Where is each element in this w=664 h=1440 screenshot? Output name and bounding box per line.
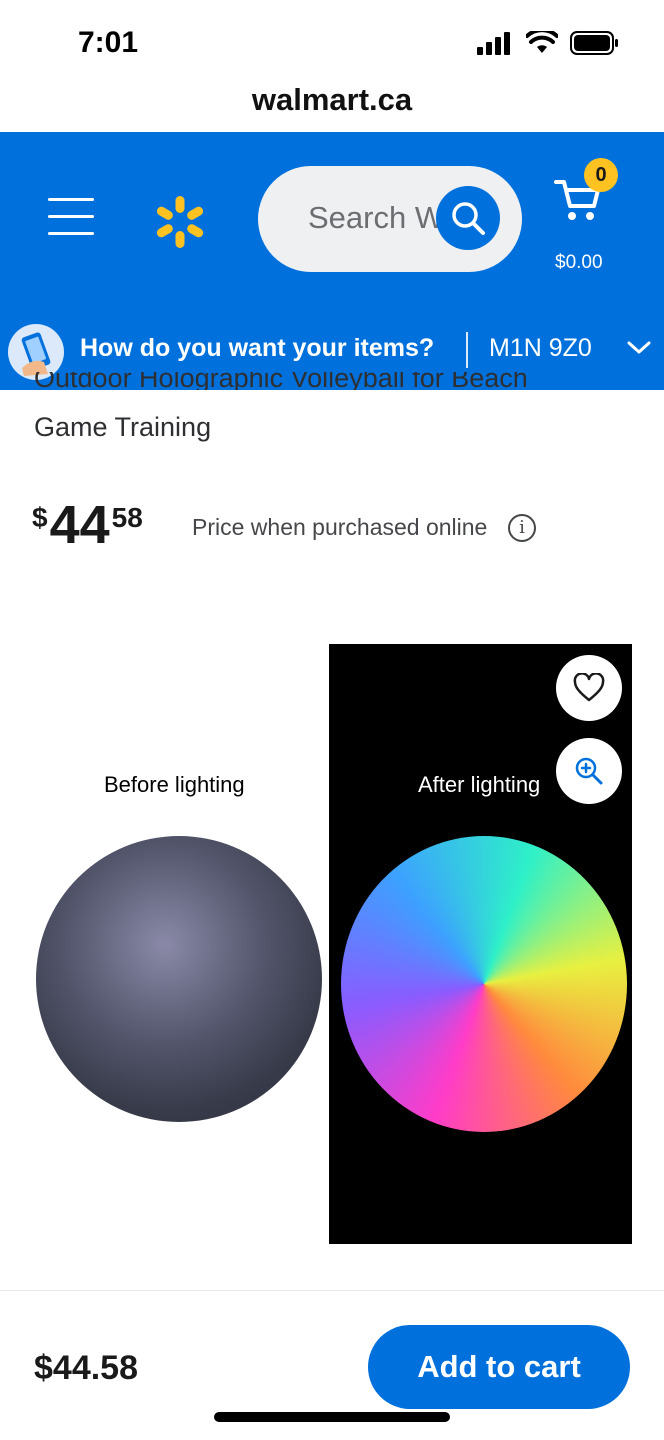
menu-button[interactable] (48, 198, 94, 236)
price-note: Price when purchased online (192, 514, 488, 540)
before-lighting-panel: Before lighting (32, 644, 329, 1244)
product-price: $ 44 58 (32, 496, 143, 554)
price-currency: $ (32, 502, 48, 533)
favorite-button[interactable] (556, 655, 622, 721)
product-image[interactable]: Before lighting After lighting (32, 644, 632, 1244)
cart-button[interactable]: 0 $0.00 (550, 158, 640, 278)
product-title-partial: Outdoor Holographic Volleyball for Beach (34, 372, 528, 390)
volleyball-before-image (36, 836, 322, 1122)
info-icon[interactable]: i (508, 514, 536, 542)
walmart-spark-logo[interactable] (152, 194, 208, 250)
status-time: 7:01 (78, 26, 139, 59)
price-dollars: 44 (49, 495, 110, 555)
url-text: walmart.ca (251, 82, 413, 117)
search-input[interactable]: Search W (258, 166, 522, 272)
before-lighting-label: Before lighting (104, 772, 245, 797)
browser-url-bar[interactable]: walmart.ca (0, 80, 664, 132)
search-button[interactable] (436, 186, 500, 250)
menu-line (48, 232, 94, 235)
status-icons (476, 30, 620, 56)
zoom-button[interactable] (556, 738, 622, 804)
home-indicator[interactable] (214, 1412, 450, 1422)
menu-line (48, 215, 94, 218)
cellular-signal-icon (477, 32, 510, 55)
after-lighting-panel: After lighting (329, 644, 632, 1244)
price-cents: 58 (111, 502, 143, 533)
site-header: Search W 0 $0.00 (0, 132, 664, 312)
status-bar: 7:01 (0, 0, 664, 80)
add-to-cart-button[interactable]: Add to cart (368, 1325, 630, 1409)
heart-icon (573, 673, 605, 702)
menu-line (48, 198, 94, 201)
search-icon (452, 202, 485, 235)
wifi-icon (526, 31, 558, 53)
volleyball-after-image (341, 836, 627, 1132)
search-placeholder: Search W (308, 200, 445, 235)
product-title: Game Training (34, 412, 212, 442)
fulfillment-prompt: How do you want your items? (80, 334, 435, 362)
cart-count-badge: 0 (584, 158, 618, 192)
bottom-price: $44.58 (34, 1349, 138, 1387)
divider (466, 332, 468, 368)
zoom-in-icon (575, 757, 603, 785)
after-lighting-label: After lighting (418, 772, 541, 797)
postal-code: M1N 9Z0 (489, 334, 592, 362)
cart-total: $0.00 (555, 252, 603, 273)
chevron-down-icon (627, 341, 651, 354)
battery-icon (570, 31, 618, 55)
